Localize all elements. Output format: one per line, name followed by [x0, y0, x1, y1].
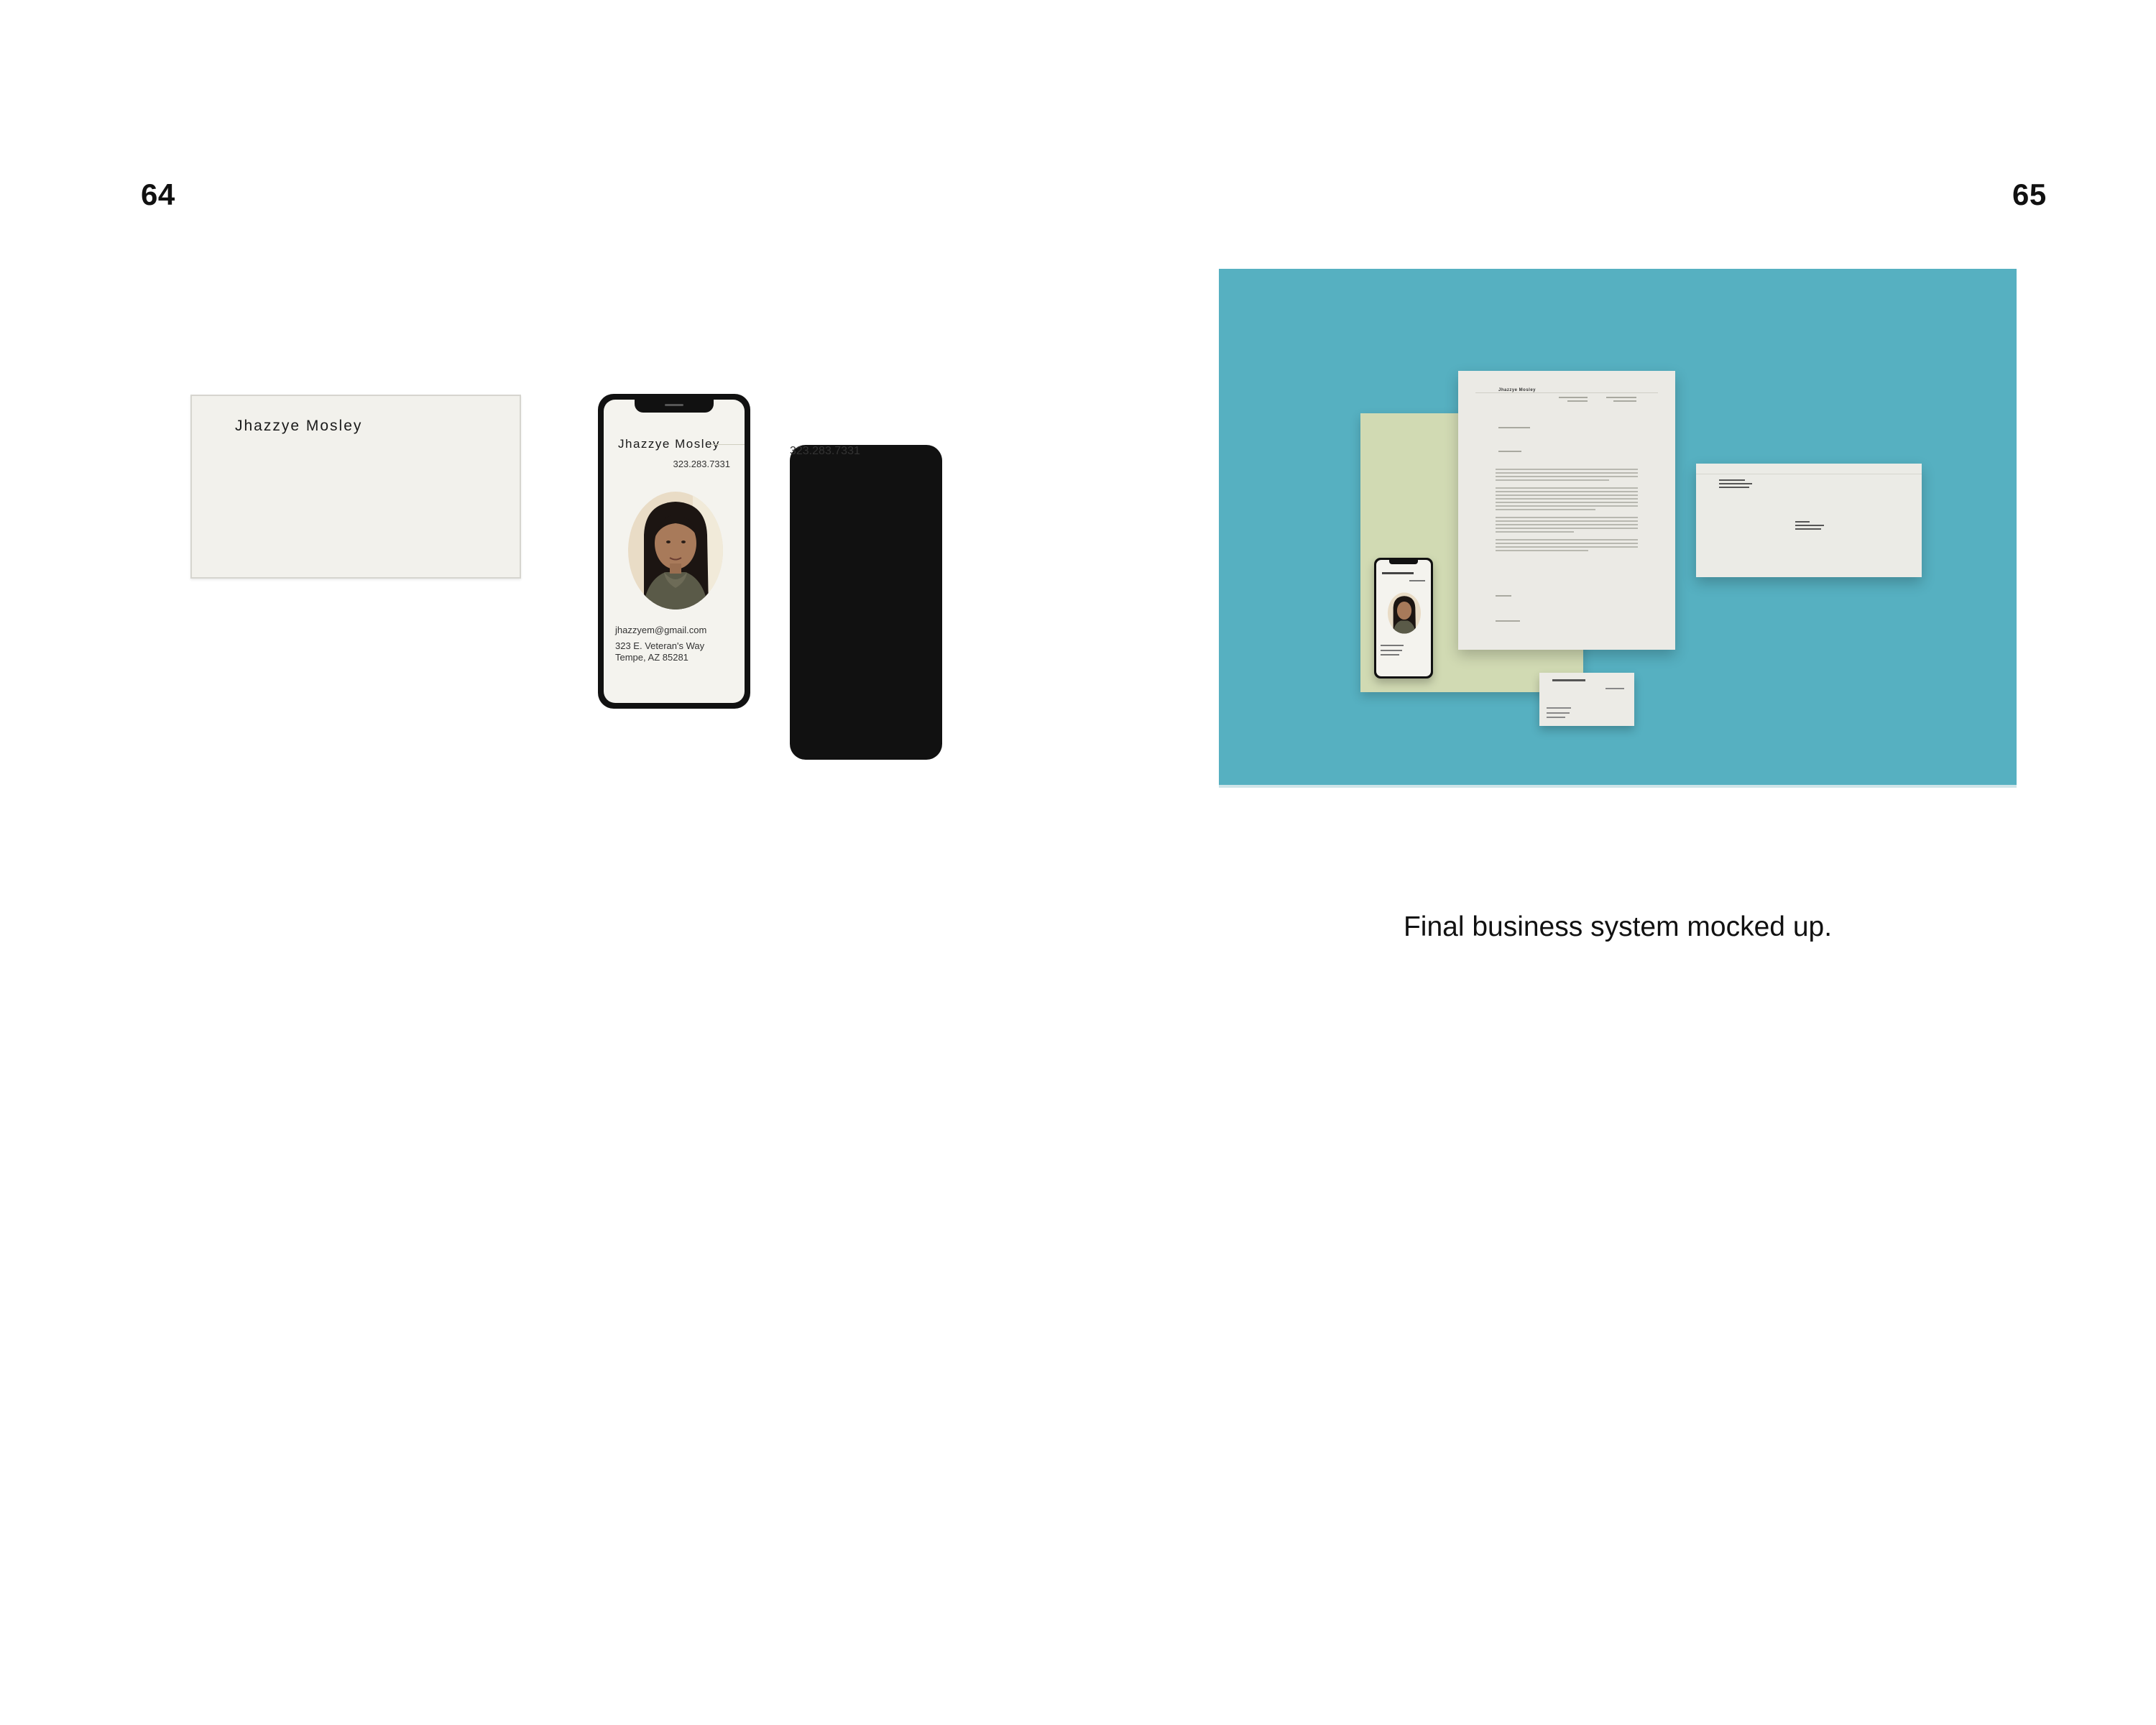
mockup-card-email — [1547, 707, 1571, 709]
business-card-phone: 323.283.7331 — [790, 445, 942, 760]
mockup-letterhead: Jhazzye Mosley — [1458, 371, 1675, 650]
phone-card-name: Jhazzye Mosley — [618, 437, 720, 451]
letterhead-name: Jhazzye Mosley — [1498, 388, 1537, 392]
mockup-business-card — [1539, 673, 1634, 726]
letter-signature — [1496, 620, 1520, 622]
letter-date — [1498, 427, 1530, 428]
page-number-left: 64 — [141, 178, 175, 211]
envelope-return-address — [1719, 478, 1752, 488]
mockup-phone-address-line1 — [1381, 650, 1402, 651]
phone-card-rule — [711, 444, 745, 445]
mockup-caption: Final business system mocked up. — [1403, 911, 1833, 942]
phone-screen: Jhazzye Mosley 323.283.7331 jhazzyem@gma… — [604, 400, 745, 703]
phone-mockup: Jhazzye Mosley 323.283.7331 jhazzyem@gma… — [598, 394, 750, 709]
phone-card-address-line2: Tempe, AZ 85281 — [615, 652, 688, 663]
envelope-flap — [1696, 464, 1922, 474]
mockup-phone-screen — [1376, 560, 1431, 676]
page-number-right: 65 — [2012, 178, 2047, 211]
mockup-phone-address-line2 — [1381, 654, 1399, 656]
mockup-phone-notch — [1389, 560, 1418, 564]
mockup-card-phone — [1606, 688, 1624, 689]
mockup-phone — [1374, 558, 1433, 678]
business-card: Jhazzye Mosley 323.283.7331 — [190, 395, 942, 760]
phone-card-address-line1: 323 E. Veteran's Way — [615, 640, 705, 651]
mockup-phone-email — [1381, 645, 1404, 646]
mockup-card-address-line1 — [1547, 712, 1570, 714]
business-system-mockup: Jhazzye Mosley — [1219, 269, 2017, 788]
phone-notch — [635, 400, 714, 413]
mockup-phone-name — [1382, 572, 1414, 574]
letter-greeting — [1498, 451, 1521, 452]
business-card-name: Jhazzye Mosley — [235, 418, 363, 434]
mockup-card-address-line2 — [1547, 717, 1565, 718]
envelope-recipient-address — [1795, 520, 1824, 530]
mockup-phone-number — [1409, 580, 1425, 581]
phone-card-email: jhazzyem@gmail.com — [615, 625, 707, 635]
mockup-envelope — [1696, 464, 1922, 577]
letter-body — [1496, 469, 1638, 553]
mockup-portrait-photo — [1388, 592, 1421, 634]
mockup-card-name — [1552, 679, 1585, 681]
letter-signoff — [1496, 595, 1511, 597]
phone-card-phone: 323.283.7331 — [673, 459, 730, 469]
portrait-photo — [628, 492, 723, 610]
letterhead-address — [1606, 395, 1636, 402]
letterhead-contact — [1559, 395, 1588, 402]
letterhead-rule — [1475, 392, 1658, 393]
